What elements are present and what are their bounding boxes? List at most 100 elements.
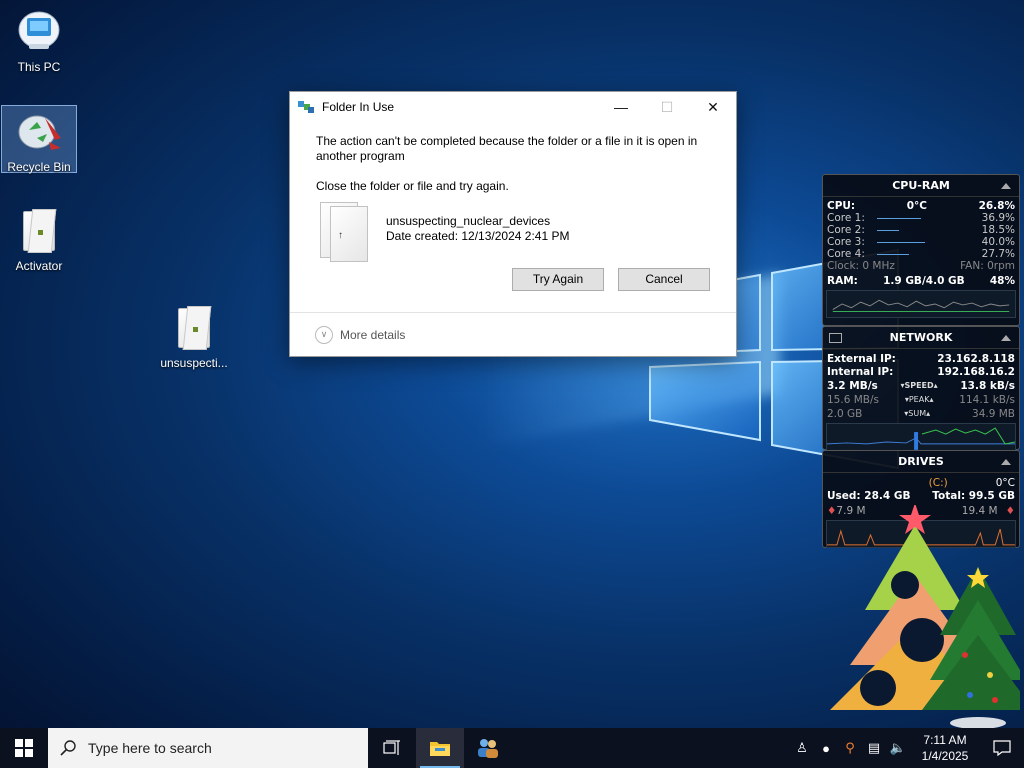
ram-percent: 48% [989, 275, 1015, 287]
cpu-ram-gadget: CPU-RAM CPU: 0°C 26.8% Core 1: 36.9% Cor… [822, 174, 1020, 326]
drive-temp: 0°C [995, 477, 1015, 489]
sum-up: 34.9 MB [972, 408, 1015, 420]
internal-ip: 192.168.16.2 [937, 366, 1015, 378]
drive-total: Total: 99.5 GB [932, 490, 1015, 502]
gadget-header: CPU-RAM [823, 175, 1019, 197]
peak-down: 15.6 MB/s [827, 394, 879, 406]
system-tray: ♙ ● ⚲ ▤ 🔈 7:11 AM 1/4/2025 [790, 728, 1024, 768]
monitor-icon [829, 333, 842, 343]
taskbar-clock[interactable]: 7:11 AM 1/4/2025 [910, 732, 980, 764]
file-date-created: Date created: 12/13/2024 2:41 PM [386, 229, 570, 243]
notification-icon [993, 740, 1011, 756]
desktop-icon-label: Activator [15, 259, 63, 273]
clock-time: 7:11 AM [923, 733, 967, 747]
drive-letter: (C:) [928, 477, 948, 489]
cpu-temp: 0°C [906, 200, 927, 212]
core-label: Core 1: [827, 212, 865, 224]
peak-up: 114.1 kB/s [959, 394, 1015, 406]
cpu-ram-graph [826, 290, 1016, 318]
gadget-title: NETWORK [889, 331, 953, 344]
action-center-button[interactable] [980, 728, 1024, 768]
gadget-title: DRIVES [898, 455, 944, 468]
close-button[interactable]: ✕ [690, 92, 736, 122]
chevron-down-icon: ∨ [315, 325, 333, 344]
core-label: Core 3: [827, 236, 865, 248]
more-details-toggle[interactable]: ∨ More details [290, 312, 736, 356]
search-icon [60, 740, 76, 756]
desktop-icon-label: Recycle Bin [7, 160, 71, 174]
search-tool-icon[interactable]: ⚲ [838, 728, 862, 768]
taskbar-file-explorer[interactable] [416, 728, 464, 768]
user-tray-icon[interactable]: ♙ [790, 728, 814, 768]
core-value: 18.5% [981, 224, 1015, 236]
external-ip: 23.162.8.118 [937, 353, 1015, 365]
folder-icon [15, 207, 63, 255]
gadget-title: CPU-RAM [892, 179, 950, 192]
drive-used: Used: 28.4 GB [827, 490, 911, 502]
speed-up: 13.8 kB/s [960, 380, 1015, 392]
collapse-icon[interactable] [1001, 183, 1011, 189]
recycle-bin-icon [15, 108, 63, 156]
external-ip-label: External IP: [827, 353, 896, 365]
gadget-header: DRIVES [823, 451, 1019, 473]
core-value: 36.9% [981, 212, 1015, 224]
clock-readout: Clock: 0 MHz [827, 260, 895, 272]
try-again-button[interactable]: Try Again [512, 268, 604, 291]
desktop-icon-recycle-bin[interactable]: Recycle Bin [1, 105, 77, 174]
dialog-instruction: Close the folder or file and try again. [316, 179, 509, 193]
task-view-button[interactable] [368, 728, 416, 768]
clock-date: 1/4/2025 [921, 749, 969, 763]
desktop-icon-label: This PC [17, 60, 61, 74]
desktop-icon-unsuspecting[interactable]: unsuspecti... [156, 302, 232, 372]
users-icon [478, 739, 498, 758]
gadget-header: NETWORK [823, 327, 1019, 349]
drop-icon[interactable]: ● [814, 728, 838, 768]
core-value: 40.0% [981, 236, 1015, 248]
task-view-icon [383, 740, 400, 755]
cancel-button[interactable]: Cancel [618, 268, 710, 291]
dialog-title: Folder In Use [322, 100, 395, 114]
collapse-icon[interactable] [1001, 459, 1011, 465]
more-details-label: More details [340, 327, 406, 342]
sum-down: 2.0 GB [827, 408, 863, 420]
network-icon[interactable]: ▤ [862, 728, 886, 768]
network-graph [826, 423, 1016, 451]
folder-icon: ↑ [316, 198, 372, 262]
file-explorer-icon [430, 742, 450, 756]
network-gadget: NETWORK External IP: 23.162.8.118 Intern… [822, 326, 1020, 451]
start-button[interactable] [0, 728, 48, 768]
search-placeholder: Type here to search [88, 740, 212, 756]
maximize-button: ☐ [660, 98, 674, 115]
file-name: unsuspecting_nuclear_devices [386, 214, 551, 228]
peak-tag: PEAK [908, 395, 930, 404]
core-label: Core 4: [827, 248, 865, 260]
speed-down: 3.2 MB/s [827, 380, 878, 392]
file-operation-icon [298, 101, 314, 113]
cpu-value: 26.8% [978, 200, 1015, 212]
folder-icon [170, 304, 218, 352]
sum-tag: SUM [908, 409, 927, 418]
ram-label: RAM: [827, 275, 858, 287]
speed-tag: SPEED [904, 381, 934, 390]
desktop-icon-activator[interactable]: Activator [1, 205, 77, 275]
taskbar: Type here to search ♙ ● ⚲ ▤ 🔈 7:11 AM 1/… [0, 728, 1024, 768]
desktop-icon-label: unsuspecti... [160, 356, 228, 370]
speaker-muted-icon[interactable]: 🔈 [886, 728, 910, 768]
taskbar-users-app[interactable] [464, 728, 512, 768]
collapse-icon[interactable] [1001, 335, 1011, 341]
minimize-button[interactable]: — [598, 92, 644, 122]
taskbar-search-box[interactable]: Type here to search [48, 728, 368, 768]
core-value: 27.7% [981, 248, 1015, 260]
dialog-message: The action can't be completed because th… [316, 134, 698, 163]
computer-icon [15, 8, 63, 56]
windows-icon [15, 739, 33, 757]
ram-usage: 1.9 GB/4.0 GB [883, 275, 965, 287]
christmas-tree-decoration [830, 505, 1020, 729]
cpu-label: CPU: [827, 200, 856, 212]
fan-readout: FAN: 0rpm [960, 260, 1015, 272]
dialog-title-bar[interactable]: Folder In Use — ☐ ✕ [290, 92, 736, 122]
core-label: Core 2: [827, 224, 865, 236]
desktop-icon-this-pc[interactable]: This PC [1, 6, 77, 76]
folder-in-use-dialog: Folder In Use — ☐ ✕ The action can't be … [289, 91, 737, 357]
internal-ip-label: Internal IP: [827, 366, 894, 378]
